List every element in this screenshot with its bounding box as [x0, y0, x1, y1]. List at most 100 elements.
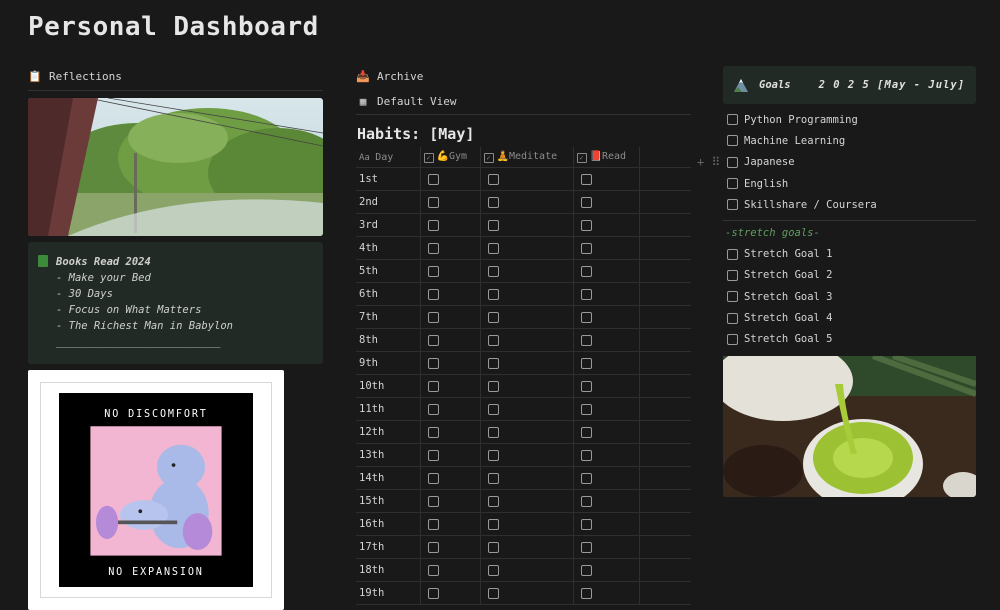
day-cell[interactable]: 12th: [356, 420, 420, 444]
archive-link[interactable]: 📥 Archive: [356, 66, 691, 86]
gym-checkbox[interactable]: [427, 380, 439, 392]
meditate-checkbox[interactable]: [487, 495, 499, 507]
gym-checkbox[interactable]: [427, 357, 439, 369]
database-title[interactable]: Habits: [May]: [357, 125, 691, 143]
read-checkbox[interactable]: [580, 587, 592, 599]
gym-checkbox[interactable]: [427, 311, 439, 323]
meditate-checkbox[interactable]: [487, 403, 499, 415]
day-cell[interactable]: 11th: [356, 397, 420, 421]
column-header-day[interactable]: Aa Day: [356, 147, 420, 168]
meditate-checkbox[interactable]: [487, 564, 499, 576]
read-cell: [572, 558, 639, 582]
gym-checkbox[interactable]: [427, 426, 439, 438]
read-checkbox[interactable]: [580, 449, 592, 461]
read-checkbox[interactable]: [580, 472, 592, 484]
read-checkbox[interactable]: [580, 380, 592, 392]
gym-checkbox[interactable]: [427, 196, 439, 208]
read-checkbox[interactable]: [580, 518, 592, 530]
gym-checkbox[interactable]: [427, 472, 439, 484]
gym-checkbox[interactable]: [427, 288, 439, 300]
day-cell[interactable]: 17th: [356, 535, 420, 559]
gym-checkbox[interactable]: [427, 403, 439, 415]
stretch-goal-item-checkbox[interactable]: [727, 291, 738, 303]
meditate-checkbox[interactable]: [487, 288, 499, 300]
day-cell[interactable]: 8th: [356, 328, 420, 352]
day-cell[interactable]: 16th: [356, 512, 420, 536]
read-checkbox[interactable]: [580, 334, 592, 346]
add-column-icon[interactable]: + ⠿: [697, 155, 720, 169]
goal-item-checkbox[interactable]: [727, 114, 738, 126]
meditate-checkbox[interactable]: [487, 242, 499, 254]
read-checkbox[interactable]: [580, 357, 592, 369]
meditate-checkbox[interactable]: [487, 265, 499, 277]
read-checkbox[interactable]: [580, 242, 592, 254]
meditate-checkbox[interactable]: [487, 518, 499, 530]
column-header-read[interactable]: ✓ 📕Read: [572, 147, 639, 168]
read-checkbox[interactable]: [580, 495, 592, 507]
gym-checkbox[interactable]: [427, 265, 439, 277]
meditate-checkbox[interactable]: [487, 219, 499, 231]
read-checkbox[interactable]: [580, 173, 592, 185]
day-cell[interactable]: 2nd: [356, 190, 420, 214]
stretch-goal-item-checkbox[interactable]: [727, 248, 738, 260]
meditate-checkbox[interactable]: [487, 196, 499, 208]
meditate-checkbox[interactable]: [487, 357, 499, 369]
gym-checkbox[interactable]: [427, 242, 439, 254]
meditate-checkbox[interactable]: [487, 334, 499, 346]
gym-checkbox[interactable]: [427, 495, 439, 507]
day-cell[interactable]: 6th: [356, 282, 420, 306]
gym-checkbox[interactable]: [427, 518, 439, 530]
meditate-checkbox[interactable]: [487, 380, 499, 392]
meditate-checkbox[interactable]: [487, 311, 499, 323]
day-cell[interactable]: 19th: [356, 581, 420, 605]
read-checkbox[interactable]: [580, 403, 592, 415]
gym-checkbox[interactable]: [427, 564, 439, 576]
day-cell[interactable]: 3rd: [356, 213, 420, 237]
read-checkbox[interactable]: [580, 288, 592, 300]
column-header-meditate[interactable]: ✓ 🧘Meditate: [479, 147, 573, 168]
day-cell[interactable]: 1st: [356, 167, 420, 191]
gym-checkbox[interactable]: [427, 449, 439, 461]
gym-checkbox[interactable]: [427, 587, 439, 599]
read-checkbox[interactable]: [580, 196, 592, 208]
goal-item-checkbox[interactable]: [727, 156, 738, 168]
default-view-tab[interactable]: ▦ Default View: [356, 91, 691, 111]
table-row: 2nd: [356, 190, 691, 214]
meditate-checkbox[interactable]: [487, 472, 499, 484]
meditate-checkbox[interactable]: [487, 449, 499, 461]
goal-item-checkbox[interactable]: [727, 178, 738, 190]
day-cell[interactable]: 7th: [356, 305, 420, 329]
meditate-checkbox[interactable]: [487, 587, 499, 599]
stretch-goal-item-checkbox[interactable]: [727, 333, 738, 345]
day-cell[interactable]: 10th: [356, 374, 420, 398]
meditate-checkbox[interactable]: [487, 173, 499, 185]
day-cell[interactable]: 5th: [356, 259, 420, 283]
gym-checkbox[interactable]: [427, 541, 439, 553]
meditate-checkbox[interactable]: [487, 426, 499, 438]
day-cell[interactable]: 4th: [356, 236, 420, 260]
day-cell[interactable]: 15th: [356, 489, 420, 513]
read-checkbox[interactable]: [580, 426, 592, 438]
day-cell[interactable]: 18th: [356, 558, 420, 582]
day-cell[interactable]: 13th: [356, 443, 420, 467]
goal-item-checkbox[interactable]: [727, 199, 738, 211]
column-header-gym[interactable]: ✓ 💪Gym: [419, 147, 480, 168]
read-checkbox[interactable]: [580, 541, 592, 553]
strange-planet-illustration: NO DISCOMFORT NO EXPANSION: [59, 393, 253, 587]
goal-item-checkbox[interactable]: [727, 135, 738, 147]
read-cell: [572, 305, 639, 329]
day-cell[interactable]: 9th: [356, 351, 420, 375]
read-checkbox[interactable]: [580, 265, 592, 277]
gym-checkbox[interactable]: [427, 173, 439, 185]
day-cell[interactable]: 14th: [356, 466, 420, 490]
reflections-link[interactable]: 📋 Reflections: [28, 66, 323, 86]
gym-checkbox[interactable]: [427, 334, 439, 346]
stretch-goal-item-checkbox[interactable]: [727, 312, 738, 324]
read-checkbox[interactable]: [580, 564, 592, 576]
gym-checkbox[interactable]: [427, 219, 439, 231]
read-checkbox[interactable]: [580, 219, 592, 231]
stretch-goal-item-checkbox[interactable]: [727, 269, 738, 281]
meditate-cell: [479, 328, 573, 352]
read-checkbox[interactable]: [580, 311, 592, 323]
meditate-checkbox[interactable]: [487, 541, 499, 553]
